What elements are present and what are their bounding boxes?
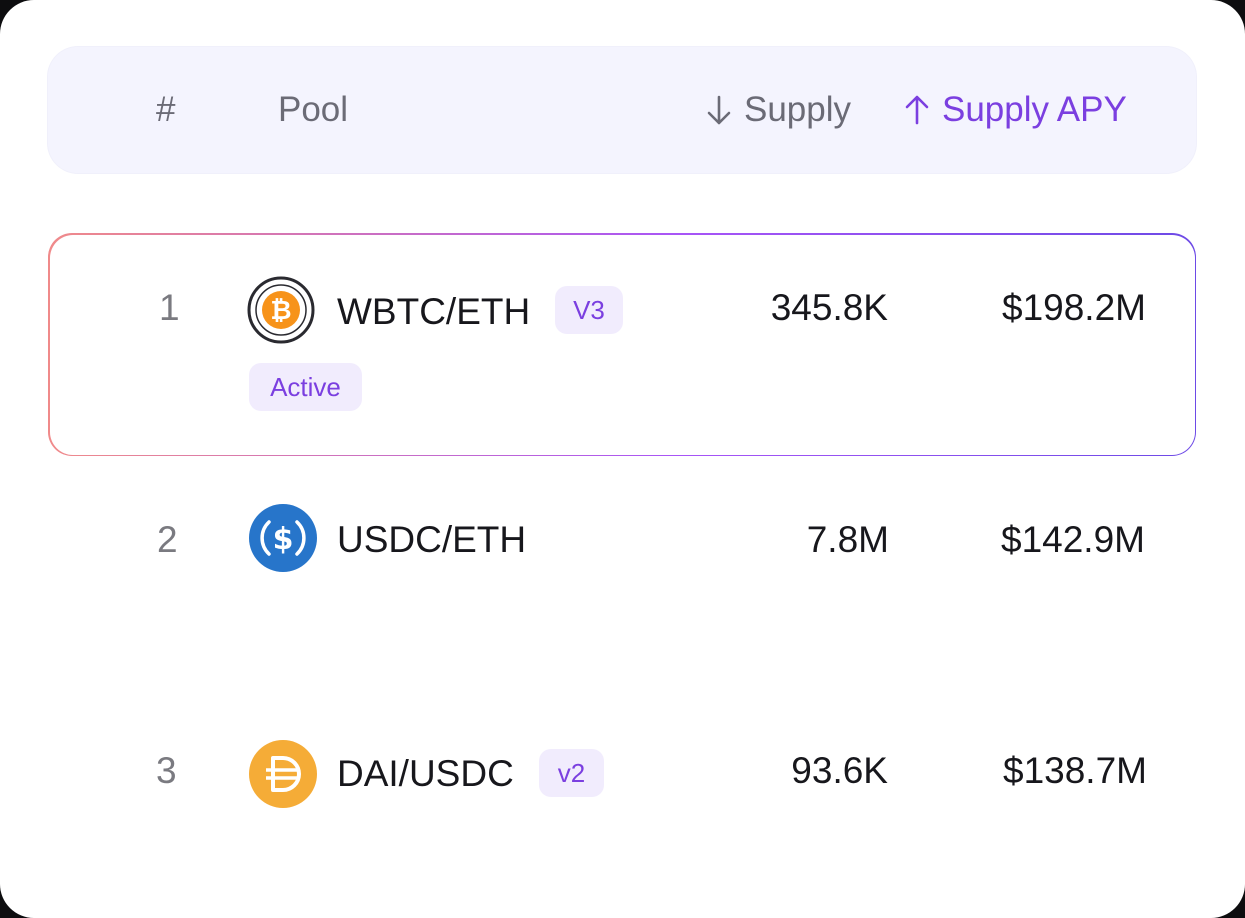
header-supply-label: Supply	[744, 90, 852, 129]
svg-text:₿: ₿	[270, 296, 291, 326]
row-rank: 1	[159, 287, 180, 328]
pool-name: WBTC/ETH	[337, 291, 531, 332]
status-badge: Active	[249, 363, 362, 411]
supply-value: 7.8M	[806, 519, 889, 560]
header-pool[interactable]: Pool	[278, 89, 348, 131]
svg-text:$: $	[273, 522, 294, 557]
supply-value: 93.6K	[791, 750, 888, 791]
supply-value: 345.8K	[770, 287, 888, 328]
supply-apy-value: $138.7M	[1003, 750, 1147, 791]
version-badge: v2	[539, 749, 604, 797]
bitcoin-icon: ₿	[247, 276, 315, 344]
dai-icon	[249, 740, 317, 808]
pool-name: USDC/ETH	[337, 519, 527, 560]
supply-apy-value: $198.2M	[1002, 287, 1146, 328]
table-row[interactable]	[48, 233, 1196, 456]
supply-apy-value: $142.9M	[1001, 519, 1145, 560]
header-supply-apy-label: Supply APY	[942, 90, 1127, 129]
arrow-down-icon	[704, 93, 734, 127]
row-rank: 3	[156, 750, 177, 791]
version-badge: V3	[555, 286, 623, 334]
pool-name: DAI/USDC	[337, 753, 514, 794]
usdc-icon: $	[249, 504, 317, 572]
pools-table-card: # Pool Supply Supply APY 1 ₿ WBTC/ETH V3…	[0, 0, 1245, 918]
row-rank: 2	[157, 519, 178, 560]
sort-supply-button[interactable]: Supply	[704, 89, 851, 131]
header-rank: #	[156, 90, 176, 129]
arrow-up-icon	[902, 93, 932, 127]
sort-supply-apy-button[interactable]: Supply APY	[902, 89, 1127, 131]
